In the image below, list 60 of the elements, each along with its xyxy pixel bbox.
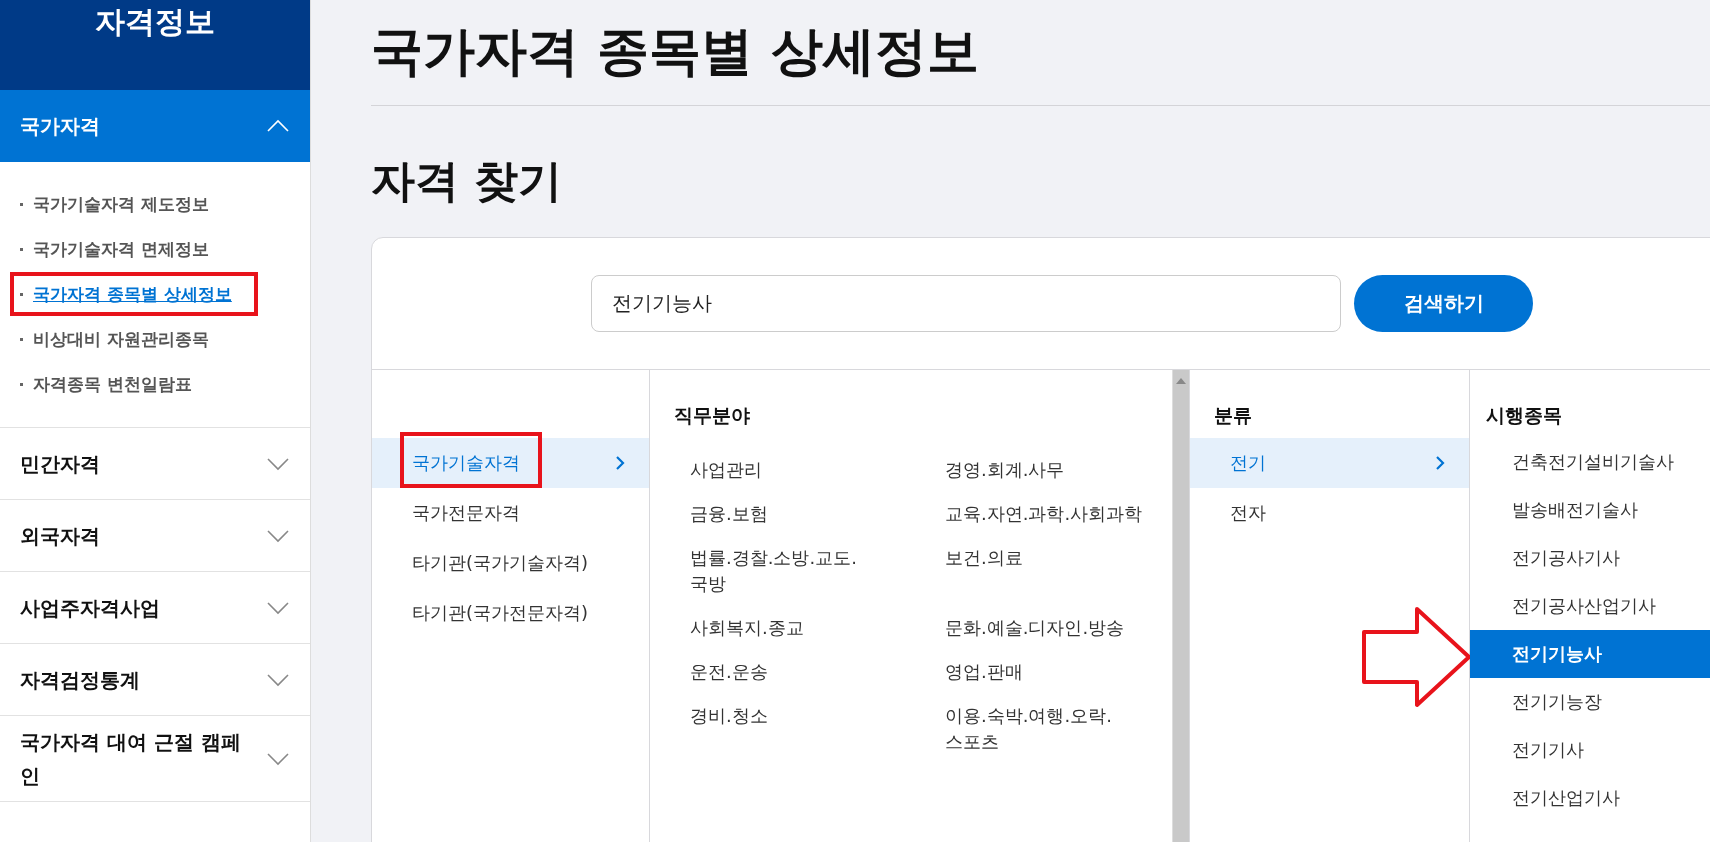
bullet-icon [20, 293, 23, 296]
field-item[interactable]: 금융.보험 [690, 492, 890, 536]
sidebar-section[interactable]: 민간자격 [0, 428, 310, 500]
chevron-icon [615, 455, 625, 471]
sidebar-link[interactable]: 국가자격 종목별 상세정보 [33, 283, 232, 306]
field-item[interactable]: 운전.운송 [690, 650, 890, 694]
chevron-icon [1435, 455, 1445, 471]
chevron-icon [266, 119, 290, 133]
column-heading: 분류 [1213, 403, 1253, 428]
chevron-icon [266, 600, 290, 615]
search-button[interactable]: 검색하기 [1354, 275, 1533, 332]
bullet-icon [20, 203, 23, 206]
field-item[interactable]: 문화.예술.디자인.방송 [945, 606, 1145, 650]
scrollbar[interactable] [1172, 370, 1189, 842]
exam-item[interactable]: 건축전기설비기술사 [1470, 438, 1710, 486]
bullet-icon [20, 248, 23, 251]
scroll-up-icon[interactable] [1176, 378, 1186, 384]
category-item[interactable]: 국가전문자격 [372, 488, 649, 538]
category-item[interactable]: 타기관(국가전문자격) [372, 588, 649, 638]
field-item[interactable]: 교육.자연.과학.사회과학 [945, 492, 1145, 536]
category-item[interactable]: 국가기술자격 [372, 438, 649, 488]
bullet-icon [20, 383, 23, 386]
sidebar-link[interactable]: 자격종목 변천일람표 [33, 373, 192, 396]
exam-item[interactable]: 전기공사기사 [1470, 534, 1710, 582]
exam-item[interactable]: 전기산업기사 [1470, 774, 1710, 822]
exam-item[interactable]: 전기기능장 [1470, 678, 1710, 726]
field-item[interactable]: 이용.숙박.여행.오락.스포츠 [945, 694, 1145, 764]
sidebar-section[interactable]: 국가자격 [0, 90, 310, 162]
category-item[interactable]: 타기관(국가기술자격) [372, 538, 649, 588]
sidebar-link[interactable]: 국가기술자격 면제정보 [33, 238, 209, 261]
sidebar-link[interactable]: 비상대비 자원관리종목 [33, 328, 209, 351]
chevron-icon [266, 456, 290, 471]
section-title: 자격 찾기 [371, 154, 564, 208]
exam-item[interactable]: 발송배전기술사 [1470, 486, 1710, 534]
sidebar-link[interactable]: 국가기술자격 제도정보 [33, 193, 209, 216]
chevron-icon [266, 528, 290, 543]
field-item[interactable]: 보건.의료 [945, 536, 1145, 606]
bullet-icon [20, 338, 23, 341]
chevron-icon [266, 751, 290, 766]
field-item[interactable]: 영업.판매 [945, 650, 1145, 694]
field-item[interactable]: 사회복지.종교 [690, 606, 890, 650]
exam-item[interactable]: 전기기사 [1470, 726, 1710, 774]
column-heading: 직무분야 [673, 403, 751, 428]
chevron-icon [266, 672, 290, 687]
sidebar-section[interactable]: 국가자격 대여 근절 캠페인 [0, 716, 310, 802]
class-item[interactable]: 전자 [1190, 488, 1469, 538]
search-field[interactable]: 전기기능사 [591, 275, 1341, 332]
field-item[interactable]: 경영.회계.사무 [945, 448, 1145, 492]
field-item[interactable]: 사업관리 [690, 448, 890, 492]
field-item[interactable]: 법률.경찰.소방.교도.국방 [690, 536, 890, 606]
exam-item[interactable]: 전기기능사 [1470, 630, 1710, 678]
page-title: 국가자격 종목별 상세정보 [371, 20, 981, 82]
class-item[interactable]: 전기 [1190, 438, 1469, 488]
column-heading: 시행종목 [1485, 403, 1563, 428]
field-item[interactable]: 경비.청소 [690, 694, 890, 764]
sidebar-title: 자격정보 [95, 3, 215, 41]
sidebar-section[interactable]: 외국자격 [0, 500, 310, 572]
sidebar-section[interactable]: 사업주자격사업 [0, 572, 310, 644]
sidebar-section[interactable]: 자격검정통계 [0, 644, 310, 716]
exam-item[interactable]: 전기공사산업기사 [1470, 582, 1710, 630]
